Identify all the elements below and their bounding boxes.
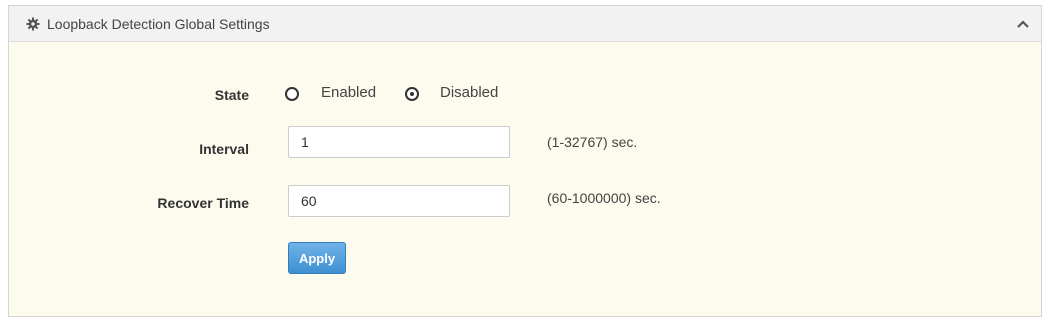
- apply-button[interactable]: Apply: [288, 242, 346, 274]
- recover-time-input[interactable]: [288, 185, 510, 217]
- loopback-settings-panel: Loopback Detection Global Settings State…: [8, 5, 1042, 317]
- state-disabled-label[interactable]: Disabled: [440, 84, 498, 101]
- interval-input[interactable]: [288, 126, 510, 158]
- interval-label: Interval: [199, 141, 249, 157]
- gear-icon: [26, 17, 40, 31]
- panel-title: Loopback Detection Global Settings: [47, 16, 270, 32]
- recover-time-range-hint: (60-1000000) sec.: [547, 190, 661, 206]
- chevron-up-icon[interactable]: [1015, 17, 1031, 31]
- panel-header[interactable]: Loopback Detection Global Settings: [9, 6, 1041, 42]
- recover-time-label: Recover Time: [157, 195, 249, 211]
- state-enabled-label[interactable]: Enabled: [321, 84, 376, 101]
- state-enabled-radio[interactable]: [285, 87, 299, 101]
- state-disabled-radio[interactable]: [405, 87, 419, 101]
- interval-range-hint: (1-32767) sec.: [547, 134, 638, 150]
- state-label: State: [214, 87, 249, 103]
